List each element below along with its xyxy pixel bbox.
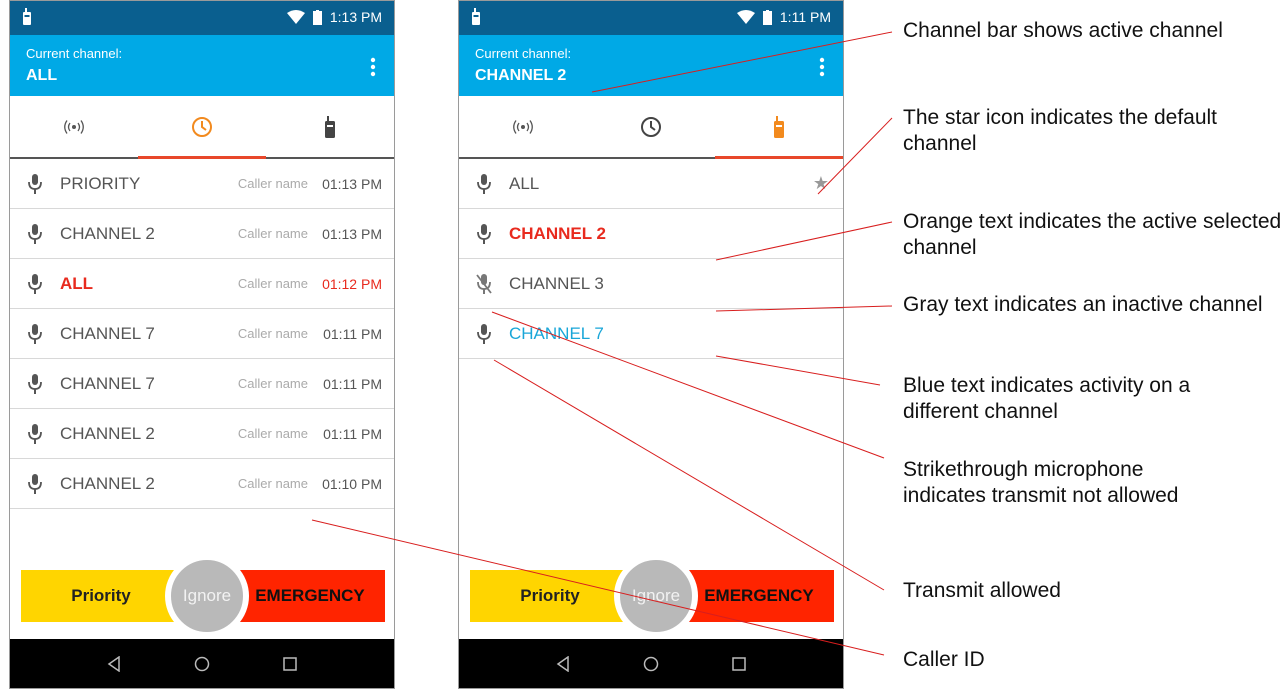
leader-line-gray — [715, 305, 893, 312]
leader-line-caller-id — [311, 519, 885, 656]
leader-line-orange — [715, 221, 893, 261]
leader-line-channel-bar — [591, 31, 893, 93]
leader-line-strike — [491, 311, 885, 459]
leader-line-blue — [715, 355, 881, 386]
annotation-channel-bar: Channel bar shows active channel — [903, 19, 1223, 42]
annotation-transmit: Transmit allowed — [903, 579, 1061, 602]
leader-line-transmit — [493, 359, 885, 591]
leader-line-star — [817, 117, 893, 195]
annotation-star: The star icon indicates the default chan… — [903, 106, 1218, 155]
annotation-orange: Orange text indicates the active selecte… — [903, 210, 1282, 259]
annotation-blue: Blue text indicates activity on a differ… — [903, 374, 1191, 423]
annotation-caller-id: Caller ID — [903, 648, 985, 671]
annotation-gray: Gray text indicates an inactive channel — [903, 293, 1263, 316]
annotation-strike: Strikethrough microphone indicates trans… — [903, 458, 1179, 507]
